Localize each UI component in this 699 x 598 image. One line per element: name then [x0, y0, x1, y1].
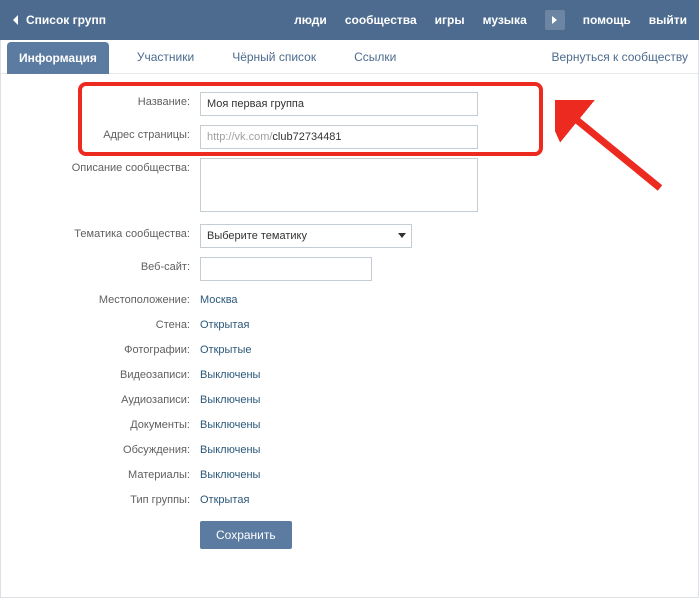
nav-music[interactable]: музыка — [483, 13, 527, 27]
name-input[interactable] — [200, 92, 478, 116]
location-value[interactable]: Москва — [200, 290, 238, 306]
videos-value[interactable]: Выключены — [200, 365, 260, 381]
label-desc: Описание сообщества: — [35, 158, 200, 174]
website-input[interactable] — [200, 257, 372, 281]
label-url: Адрес страницы: — [35, 125, 200, 141]
label-videos: Видеозаписи: — [35, 365, 200, 381]
save-button[interactable]: Сохранить — [200, 521, 292, 549]
tab-links[interactable]: Ссылки — [344, 42, 406, 71]
tab-info[interactable]: Информация — [7, 42, 109, 74]
topbar: Список групп люди сообщества игры музыка… — [0, 0, 699, 40]
photos-value[interactable]: Открытые — [200, 340, 252, 356]
nav-games[interactable]: игры — [435, 13, 465, 27]
nav-communities[interactable]: сообщества — [345, 13, 417, 27]
label-topic: Тематика сообщества: — [35, 224, 200, 240]
nav-people[interactable]: люди — [294, 13, 327, 27]
description-textarea[interactable] — [200, 158, 478, 212]
settings-form: Название: Адрес страницы: http://vk.com/… — [1, 74, 698, 569]
url-prefix: http://vk.com/ — [207, 131, 272, 143]
audios-value[interactable]: Выключены — [200, 390, 260, 406]
label-location: Местоположение: — [35, 290, 200, 306]
materials-value[interactable]: Выключены — [200, 465, 260, 481]
label-materials: Материалы: — [35, 465, 200, 481]
discussions-value[interactable]: Выключены — [200, 440, 260, 456]
tabs-bar: Информация Участники Чёрный список Ссылк… — [1, 40, 698, 74]
label-wall: Стена: — [35, 315, 200, 331]
top-nav: люди сообщества игры музыка помощь выйти — [294, 10, 687, 30]
page-title: Список групп — [26, 13, 106, 27]
label-audios: Аудиозаписи: — [35, 390, 200, 406]
label-photos: Фотографии: — [35, 340, 200, 356]
nav-help[interactable]: помощь — [583, 13, 631, 27]
back-arrow-icon[interactable] — [12, 15, 20, 25]
tab-blacklist[interactable]: Чёрный список — [222, 42, 326, 71]
url-slug: club72734481 — [272, 131, 341, 143]
wall-value[interactable]: Открытая — [200, 315, 249, 331]
label-type: Тип группы: — [35, 490, 200, 506]
label-discuss: Обсуждения: — [35, 440, 200, 456]
topic-select[interactable]: Выберите тематику — [200, 224, 412, 248]
label-docs: Документы: — [35, 415, 200, 431]
docs-value[interactable]: Выключены — [200, 415, 260, 431]
return-to-community-link[interactable]: Вернуться к сообществу — [551, 50, 688, 64]
label-name: Название: — [35, 92, 200, 108]
label-site: Веб-сайт: — [35, 257, 200, 273]
nav-logout[interactable]: выйти — [649, 13, 687, 27]
tab-members[interactable]: Участники — [127, 42, 204, 71]
nav-more-icon[interactable] — [545, 10, 565, 30]
content-container: Информация Участники Чёрный список Ссылк… — [0, 40, 699, 598]
group-type-value[interactable]: Открытая — [200, 490, 249, 506]
url-input[interactable]: http://vk.com/club72734481 — [200, 125, 478, 149]
